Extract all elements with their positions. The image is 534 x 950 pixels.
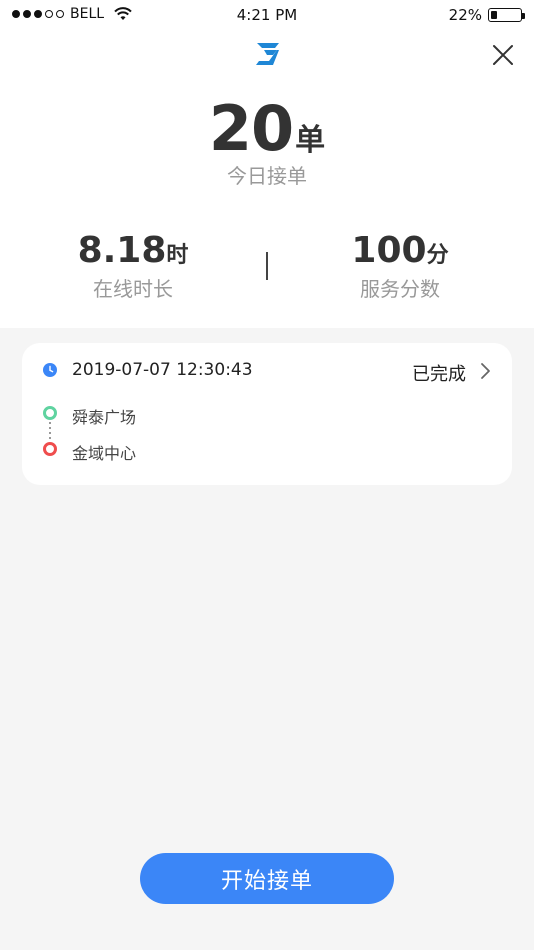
score-label: 服务分数 — [360, 277, 440, 301]
route-from: 舜泰广场 — [72, 408, 137, 427]
score-value: 100 — [351, 230, 427, 271]
status-bar: BELL 4:21 PM 22% — [0, 0, 534, 30]
start-point-icon — [43, 406, 57, 420]
stat-divider — [266, 252, 268, 280]
online-unit: 时 — [166, 243, 189, 268]
online-value: 8.18 — [77, 230, 167, 271]
battery-icon — [488, 8, 525, 22]
orders-label: 今日接单 — [227, 164, 307, 188]
summary-panel: 20单 今日接单 8.18时 在线时长 100分 服务分数 — [0, 30, 534, 328]
route-to: 金域中心 — [72, 444, 137, 463]
order-status: 已完成 — [412, 364, 466, 385]
online-label: 在线时长 — [93, 277, 173, 301]
clock-icon — [43, 363, 57, 377]
start-accepting-button[interactable]: 开始接单 — [140, 853, 394, 904]
order-card[interactable]: 2019-07-07 12:30:43 已完成 舜泰广场 金域中心 — [22, 343, 512, 485]
battery-percent: 22% — [448, 6, 482, 24]
brand-logo-icon — [256, 43, 279, 65]
orders-unit: 单 — [295, 123, 326, 158]
route-connector — [49, 422, 51, 440]
battery-fill — [491, 11, 497, 19]
order-time: 2019-07-07 12:30:43 — [72, 360, 253, 380]
orders-count: 20单 — [0, 92, 534, 165]
close-icon[interactable] — [490, 42, 516, 68]
chevron-right-icon — [481, 363, 490, 379]
status-right: 22% — [448, 6, 525, 24]
screen: BELL 4:21 PM 22% 20单 今日接单 8.18时 在线时长 100… — [0, 0, 534, 950]
battery-tip — [522, 13, 525, 19]
service-score-stat: 100分 服务分数 — [300, 230, 500, 302]
end-point-icon — [43, 442, 57, 456]
score-unit: 分 — [426, 243, 449, 268]
orders-value: 20 — [208, 92, 294, 165]
online-duration-stat: 8.18时 在线时长 — [33, 230, 233, 302]
